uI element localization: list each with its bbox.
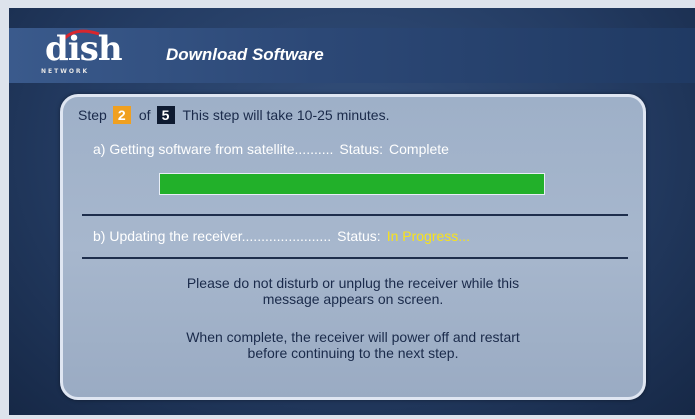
warning-line-1: Please do not disturb or unplug the rece… [186,275,520,291]
tv-screen: dish NETWORK Download Software Step 2 of… [9,8,695,415]
step-of-label: of [138,107,151,123]
download-progress-bar [159,173,545,195]
warning-message: Please do not disturb or unplug the rece… [63,275,643,307]
completion-line-1: When complete, the receiver will power o… [186,329,520,345]
task-b-status-value: In Progress... [386,228,470,244]
task-a-status-label: Status: [339,141,384,157]
warning-line-2: message appears on screen. [262,291,444,307]
dish-network-logo: dish NETWORK [41,28,123,83]
logo-subtext: NETWORK [41,68,90,75]
task-b-row: b) Updating the receiver................… [93,228,470,244]
progress-bar-fill [160,174,544,194]
divider-top [82,214,628,216]
step-prefix: Step [78,107,107,123]
task-a-label: a) Getting software from satellite......… [93,141,334,157]
total-steps-badge: 5 [156,106,175,124]
task-a-status-value: Complete [389,141,449,157]
completion-message: When complete, the receiver will power o… [63,329,643,361]
step-duration-text: This step will take 10-25 minutes. [182,107,390,123]
current-step-badge: 2 [112,106,131,124]
page-title: Download Software [166,45,324,64]
task-b-label: b) Updating the receiver................… [93,228,332,244]
task-b-status-label: Status: [337,228,381,244]
download-panel: Step 2 of 5 This step will take 10-25 mi… [60,94,646,400]
task-a-row: a) Getting software from satellite......… [93,141,449,157]
completion-line-2: before continuing to the next step. [247,345,459,361]
step-indicator: Step 2 of 5 This step will take 10-25 mi… [78,105,389,125]
divider-bottom [82,257,628,259]
logo-wordmark: dish [45,29,123,69]
